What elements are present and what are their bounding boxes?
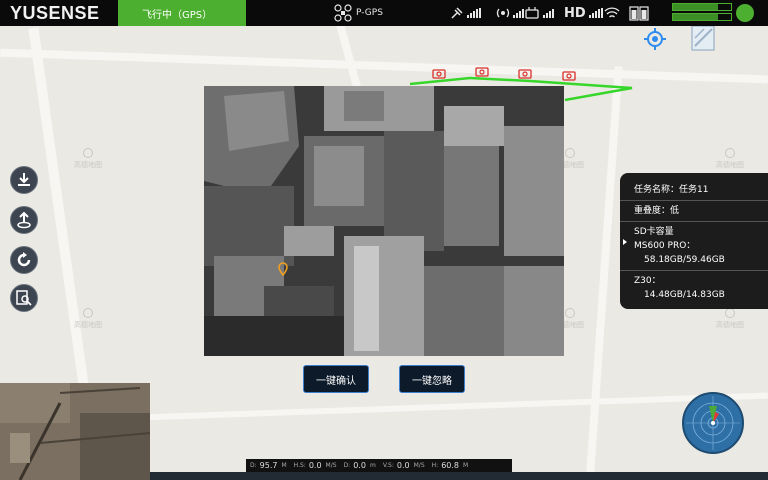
wifi-status <box>604 0 620 26</box>
height-unit: M <box>463 462 469 469</box>
height-value: 60.8 <box>441 461 459 470</box>
controller-signal <box>524 0 554 26</box>
location-pin-icon[interactable] <box>278 262 288 276</box>
battery-level-bars <box>672 3 732 23</box>
hspeed-unit: M/S <box>325 462 337 469</box>
broadcast-icon <box>496 8 510 18</box>
flight-status: 飞行中（GPS） <box>118 0 246 26</box>
task-info-panel: 任务名称：任务11 重叠度：低 SD卡容量 MS600 PRO： 58.18GB… <box>620 173 768 309</box>
distance-unit: M <box>281 462 287 469</box>
dist-label: D: <box>343 462 351 469</box>
distance-value: 95.7 <box>259 461 278 470</box>
camera-marker-icon[interactable] <box>475 66 489 77</box>
satellite-icon <box>451 7 463 19</box>
hspeed-value: 0.0 <box>308 461 322 470</box>
hd-signal: HD <box>564 0 603 26</box>
confirm-all-button[interactable]: 一键确认 <box>303 365 369 393</box>
dist-value: 0.0 <box>353 461 366 470</box>
task-name-label: 任务名称： <box>634 185 680 195</box>
task-name-value: 任务11 <box>679 185 709 195</box>
attitude-radar <box>682 392 744 454</box>
drone-icon <box>334 4 352 22</box>
vspeed-unit: M/S <box>413 462 425 469</box>
wifi-icon <box>604 7 620 18</box>
power-button[interactable] <box>736 4 754 22</box>
vspeed-label: V.S: <box>382 462 394 469</box>
dist-unit: m <box>369 462 376 469</box>
telemetry-bar: D: 95.7 M H.S: 0.0 M/S D: 0.0 m V.S: 0.0… <box>246 459 512 472</box>
ignore-all-button[interactable]: 一键忽略 <box>399 365 465 393</box>
z30-capacity-value: 14.48GB/14.83GB <box>644 290 725 300</box>
refresh-button[interactable] <box>10 246 38 274</box>
camera-marker-icon[interactable] <box>432 68 446 79</box>
z30-label: Z30： <box>634 276 661 286</box>
drone-mode: P-GPS <box>334 0 383 26</box>
camera-minimap[interactable] <box>0 383 150 480</box>
height-label: H: <box>431 462 439 469</box>
camera-feed-image <box>0 383 150 480</box>
locate-icon[interactable] <box>644 28 666 50</box>
battery-icon <box>629 6 649 21</box>
satellite-signal <box>450 0 481 26</box>
controller-icon <box>525 7 539 19</box>
vspeed-value: 0.0 <box>396 461 410 470</box>
ms600-label: MS600 PRO： <box>634 241 696 251</box>
aerial-photo-preview <box>204 86 564 356</box>
hd-label: HD <box>564 5 586 21</box>
search-document-button[interactable] <box>10 284 38 312</box>
sd-capacity-label: SD卡容量 <box>634 227 674 237</box>
download-button[interactable] <box>10 166 38 194</box>
map-layer-icon[interactable] <box>690 26 718 52</box>
gps-mode-label: P-GPS <box>356 8 383 18</box>
panel-expand-arrow-icon[interactable] <box>623 239 627 245</box>
app-logo: YUSENSE <box>10 2 100 23</box>
hspeed-label: H.S: <box>293 462 306 469</box>
refresh-icon <box>17 252 31 267</box>
remote-signal <box>496 0 524 26</box>
download-icon <box>18 173 30 186</box>
distance-label: D: <box>250 462 257 469</box>
aerial-photo-image <box>204 86 564 356</box>
radar-compass-icon <box>686 396 740 450</box>
bottom-strip <box>150 472 768 480</box>
camera-marker-icon[interactable] <box>562 70 576 81</box>
overlap-label: 重叠度：低 <box>634 206 680 216</box>
camera-marker-icon[interactable] <box>518 68 532 79</box>
ms600-capacity-value: 58.18GB/59.46GB <box>644 255 725 265</box>
battery-status <box>628 0 650 26</box>
search-document-icon <box>16 290 32 306</box>
top-status-bar: YUSENSE 飞行中（GPS） <box>0 0 768 26</box>
upload-route-button[interactable] <box>10 206 38 234</box>
upload-route-icon <box>17 211 31 229</box>
